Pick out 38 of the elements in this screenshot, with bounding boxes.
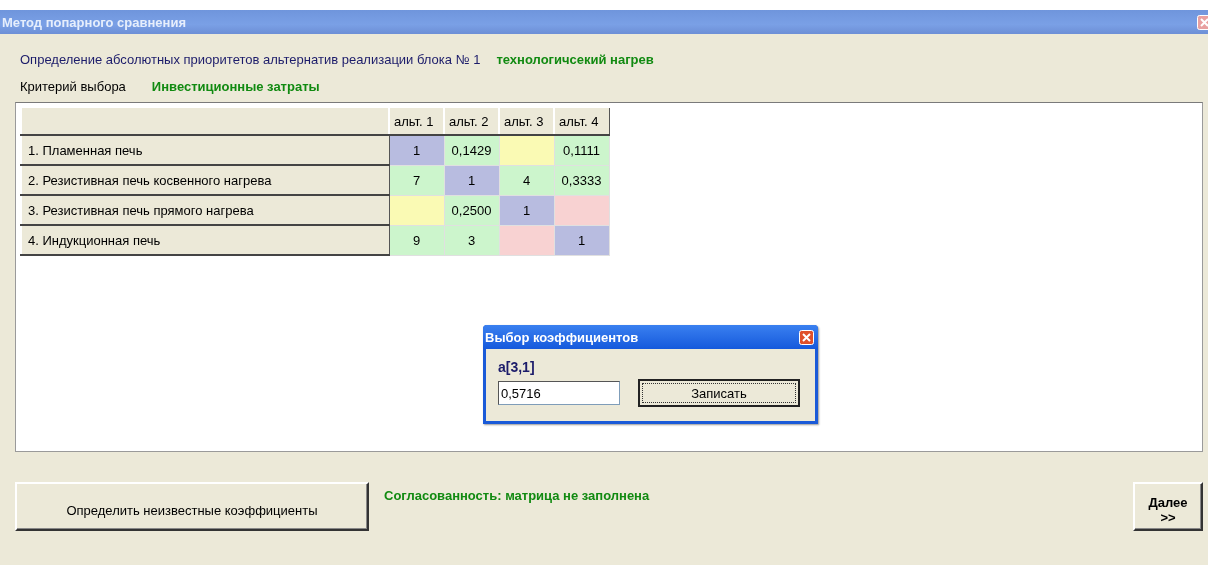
column-header: альт. 2 xyxy=(444,107,499,135)
block-label: Определение абсолютных приоритетов альтернатив реализации блока № 1 xyxy=(20,52,481,67)
matrix-cell[interactable] xyxy=(389,195,444,225)
row-header: 1. Пламенная печь xyxy=(21,135,389,165)
matrix-cell[interactable]: 0,2500 xyxy=(444,195,499,225)
window-title: Метод попарного сравнения xyxy=(2,14,187,30)
matrix-cell[interactable] xyxy=(499,135,554,165)
matrix-cell[interactable]: 0,1429 xyxy=(444,135,499,165)
row-header: 4. Индукционная печь xyxy=(21,225,389,255)
determine-coefficients-button[interactable]: Определить неизвестные коэффициенты xyxy=(15,482,369,531)
consistency-status: Согласованность: матрица не заполнена xyxy=(384,488,651,503)
coefficient-field[interactable]: 0,5716 xyxy=(498,381,620,405)
matrix-cell[interactable]: 3 xyxy=(444,225,499,255)
matrix-cell[interactable] xyxy=(554,195,609,225)
matrix-cell[interactable]: 1 xyxy=(499,195,554,225)
matrix-cell[interactable] xyxy=(499,225,554,255)
row-header: 2. Резистивная печь косвенного нагрева xyxy=(21,165,389,195)
matrix-cell[interactable]: 9 xyxy=(389,225,444,255)
matrix-cell[interactable]: 0,1111 xyxy=(554,135,609,165)
close-icon[interactable] xyxy=(1197,14,1208,30)
matrix-cell[interactable]: 0,3333 xyxy=(554,165,609,195)
column-header: альт. 4 xyxy=(554,107,609,135)
column-header: альт. 3 xyxy=(499,107,554,135)
row-header: 3. Резистивная печь прямого нагрева xyxy=(21,195,389,225)
next-button[interactable]: Далее >> xyxy=(1133,482,1203,531)
criterion-label: Критерий выбора xyxy=(20,79,126,94)
column-header: альт. 1 xyxy=(389,107,444,135)
save-button[interactable]: Записать xyxy=(638,379,800,407)
block-name: технологичсекий нагрев xyxy=(496,52,654,67)
coefficient-label: a[3,1] xyxy=(498,359,535,375)
matrix-cell[interactable]: 1 xyxy=(444,165,499,195)
matrix-cell[interactable]: 4 xyxy=(499,165,554,195)
criterion-value: Инвестиционные затраты xyxy=(151,79,320,94)
matrix-cell[interactable]: 7 xyxy=(389,165,444,195)
matrix-cell[interactable]: 1 xyxy=(554,225,609,255)
matrix-cell[interactable]: 1 xyxy=(389,135,444,165)
close-icon[interactable] xyxy=(799,329,814,345)
dialog-title: Выбор коэффициентов xyxy=(485,329,639,345)
